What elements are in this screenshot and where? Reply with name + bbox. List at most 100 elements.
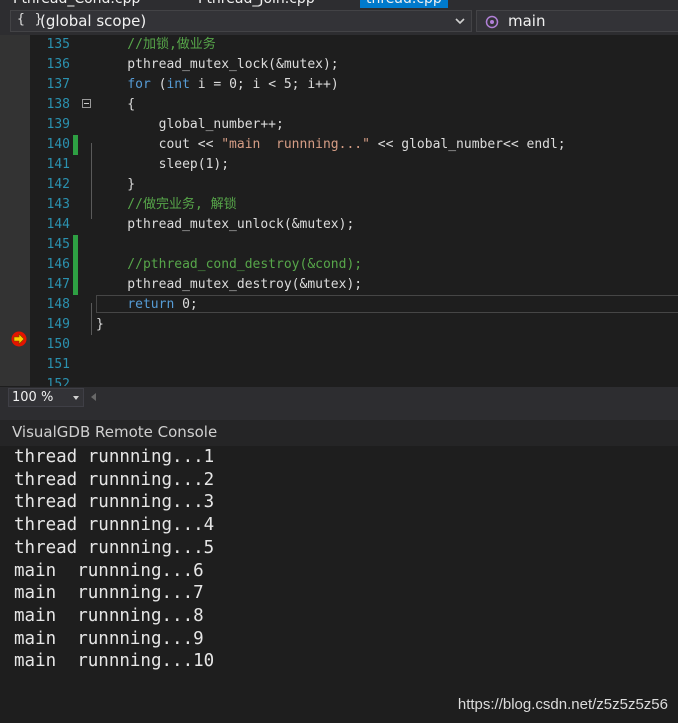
breakpoint-current-statement-icon[interactable] — [11, 331, 27, 347]
line-number: 145 — [46, 237, 70, 252]
code-text[interactable]: cout << "main runnning..." << global_num… — [96, 135, 566, 155]
code-text[interactable]: sleep(1); — [96, 155, 229, 175]
string-literal: "main runnning..." — [221, 137, 370, 152]
code-fragment: i = 0; i < 5; i++) — [189, 77, 339, 92]
outline-guide-end — [91, 303, 92, 335]
console-output: thread runnning...1 thread runnning...2 th… — [14, 446, 214, 673]
watermark: https://blog.csdn.net/z5z5z5z56 — [457, 696, 668, 713]
line-number: 136 — [46, 57, 70, 72]
tab-pthread-cond[interactable]: Pthread_Cond.cpp — [13, 0, 140, 8]
code-line: 146 //pthread_cond_destroy(&cond); — [30, 255, 678, 275]
scope-label: (global scope) — [40, 12, 147, 30]
line-number: 137 — [46, 77, 70, 92]
zoom-bar: 100 % — [0, 387, 678, 408]
code-text[interactable]: pthread_mutex_lock(&mutex); — [96, 55, 338, 75]
code-line: 144 pthread_mutex_unlock(&mutex); — [30, 215, 678, 235]
code-line: 137 for (int i = 0; i < 5; i++) — [30, 75, 678, 95]
code-fragment — [96, 297, 127, 312]
line-number: 152 — [46, 377, 70, 386]
line-number: 138 — [46, 97, 70, 112]
remote-console[interactable]: thread runnning...1 thread runnning...2 th… — [0, 446, 678, 723]
code-line: 142 } — [30, 175, 678, 195]
line-number: 143 — [46, 197, 70, 212]
line-number: 139 — [46, 117, 70, 132]
line-number: 142 — [46, 177, 70, 192]
line-number: 141 — [46, 157, 70, 172]
document-tab-strip: Pthread_Cond.cpp Pthread_Join.cpp thread… — [0, 0, 678, 8]
line-number: 150 — [46, 337, 70, 352]
collapse-toggle-icon[interactable] — [82, 99, 91, 108]
tab-thread-cpp[interactable]: thread.cpp — [360, 0, 448, 8]
line-number: 135 — [46, 37, 70, 52]
code-text[interactable]: { — [96, 95, 135, 115]
line-number: 151 — [46, 357, 70, 372]
code-text[interactable]: //加锁,做业务 — [96, 35, 216, 55]
panel-splitter[interactable] — [0, 408, 678, 420]
code-line: 150 — [30, 335, 678, 355]
code-line: 148 return 0; — [30, 295, 678, 315]
code-fragment: 0; — [174, 297, 198, 312]
code-fragment: << global_number<< endl; — [369, 137, 566, 152]
code-editor[interactable]: 135 //加锁,做业务 136 pthread_mutex_lock(&mute… — [0, 35, 678, 386]
tab-pthread-join[interactable]: Pthread_Join.cpp — [198, 0, 315, 8]
code-text[interactable]: global_number++; — [96, 115, 284, 135]
console-line: thread runnning...2 — [14, 469, 215, 490]
code-line: 151 — [30, 355, 678, 375]
change-indicator — [73, 135, 78, 155]
code-line: 143 //做完业务, 解锁 — [30, 195, 678, 215]
zoom-level: 100 % — [12, 390, 54, 405]
code-text[interactable]: pthread_mutex_unlock(&mutex); — [96, 215, 354, 235]
console-line: thread runnning...1 — [14, 447, 215, 467]
change-indicator — [73, 275, 78, 295]
outline-guide — [91, 143, 92, 219]
member-label: main — [508, 12, 546, 30]
console-line: main runnning...9 — [14, 628, 204, 649]
console-line: thread runnning...4 — [14, 515, 215, 536]
scope-dropdown[interactable]: { } (global scope) — [10, 10, 472, 32]
code-fragment — [96, 77, 127, 92]
console-line: main runnning...10 — [14, 651, 215, 672]
line-number: 147 — [46, 277, 70, 292]
keyword: return — [127, 297, 175, 312]
console-line: main runnning...7 — [14, 583, 204, 604]
code-text[interactable]: //做完业务, 解锁 — [96, 195, 236, 215]
zoom-dropdown[interactable]: 100 % — [8, 388, 84, 407]
code-line: 141 sleep(1); — [30, 155, 678, 175]
chevron-down-icon — [455, 18, 465, 25]
code-line: 147 pthread_mutex_destroy(&mutex); — [30, 275, 678, 295]
console-line: main runnning...8 — [14, 605, 204, 626]
code-text[interactable]: } — [96, 175, 135, 195]
code-line: 149} — [30, 315, 678, 335]
navigation-bar: { } (global scope) main — [0, 8, 678, 35]
member-dropdown[interactable]: main — [476, 10, 678, 32]
line-number: 146 — [46, 257, 70, 272]
code-fragment: ( — [150, 77, 167, 92]
code-fragment: cout << — [96, 137, 222, 152]
code-text[interactable]: //pthread_cond_destroy(&cond); — [96, 255, 362, 275]
console-title: VisualGDB Remote Console — [12, 423, 218, 441]
change-indicator — [73, 255, 78, 275]
code-line: 135 //加锁,做业务 — [30, 35, 678, 55]
code-line: 145 — [30, 235, 678, 255]
code-text[interactable]: pthread_mutex_destroy(&mutex); — [96, 275, 362, 295]
keyword: int — [166, 77, 190, 92]
code-line: 152 — [30, 375, 678, 386]
function-icon — [485, 15, 499, 29]
console-line: main runnning...6 — [14, 560, 204, 581]
zoom-chevron-icon — [73, 396, 79, 400]
line-number: 144 — [46, 217, 70, 232]
console-line: thread runnning...5 — [14, 537, 215, 558]
line-number: 140 — [46, 137, 70, 152]
code-line: 139 global_number++; — [30, 115, 678, 135]
line-number: 149 — [46, 317, 70, 332]
code-text[interactable]: } — [96, 315, 104, 335]
console-line: thread runnning...3 — [14, 492, 215, 513]
code-line: 136 pthread_mutex_lock(&mutex); — [30, 55, 678, 75]
code-text[interactable]: for (int i = 0; i < 5; i++) — [96, 75, 339, 95]
code-text[interactable]: return 0; — [96, 295, 198, 315]
line-number: 148 — [46, 297, 70, 312]
keyword: for — [127, 77, 151, 92]
code-lines: 135 //加锁,做业务 136 pthread_mutex_lock(&mute… — [30, 35, 678, 386]
scroll-left-arrow-icon[interactable] — [91, 393, 96, 401]
code-line: 138 { — [30, 95, 678, 115]
